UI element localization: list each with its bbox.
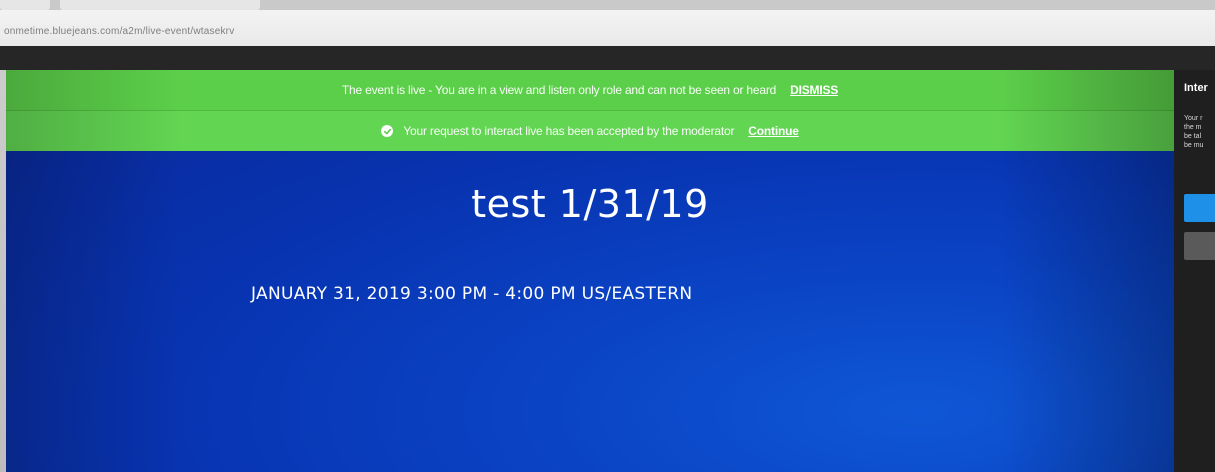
panel-title: Inter [1184,82,1208,94]
panel-text-line: be tal [1184,133,1202,140]
interact-side-panel: Inter Your r the m be tal be mu [1174,70,1215,472]
continue-link[interactable]: Continue [748,124,799,138]
address-bar[interactable]: onmetime.bluejeans.com/a2m/live-event/wt… [0,10,1215,47]
live-notice-banner: The event is live - You are in a view an… [6,70,1174,111]
request-accepted-banner: Your request to interact live has been a… [6,111,1174,151]
check-circle-icon [381,125,394,137]
dismiss-link[interactable]: DISMISS [790,83,838,97]
panel-text-line: Your r [1184,115,1203,122]
browser-tab[interactable] [0,0,50,10]
request-accepted-message: Your request to interact live has been a… [403,124,735,138]
url-text[interactable]: onmetime.bluejeans.com/a2m/live-event/wt… [4,26,234,37]
page-top-band [0,46,1215,70]
browser-tab[interactable] [60,0,260,10]
event-title: test 1/31/19 [471,182,709,226]
event-datetime: JANUARY 31, 2019 3:00 PM - 4:00 PM US/EA… [251,284,693,304]
screen-photo: onmetime.bluejeans.com/a2m/live-event/wt… [0,0,1215,472]
panel-primary-button[interactable] [1184,194,1215,222]
panel-text-line: the m [1184,124,1202,131]
live-notice-message: The event is live - You are in a view an… [341,83,777,97]
panel-secondary-button[interactable] [1184,232,1215,260]
event-stage: The event is live - You are in a view an… [6,70,1174,472]
browser-tab-strip [0,0,1215,10]
panel-description: Your r the m be tal be mu [1184,114,1215,150]
panel-text-line: be mu [1184,142,1204,149]
